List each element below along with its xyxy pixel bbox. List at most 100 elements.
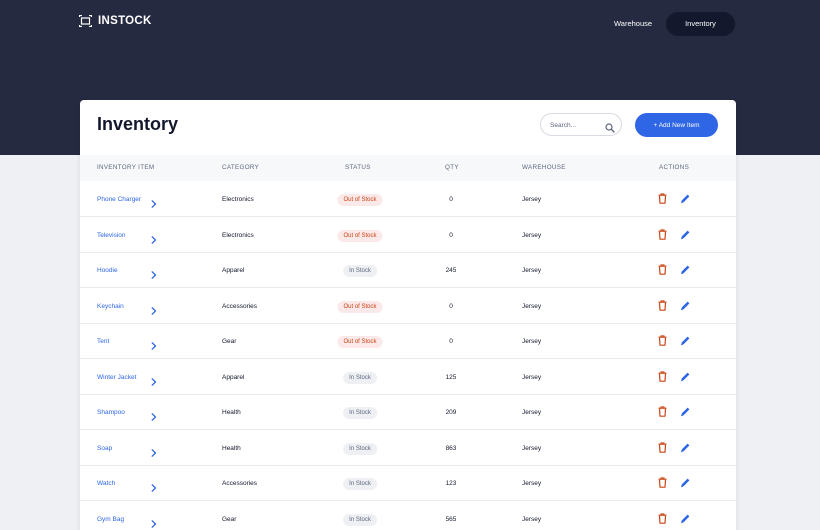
chevron-right-icon[interactable] [151,302,157,320]
inventory-item-link[interactable]: Television [97,218,126,253]
pencil-icon[interactable] [680,371,691,382]
chevron-right-icon[interactable] [151,373,157,391]
qty-cell: 863 [445,444,457,452]
warehouse-cell: Jersey [522,444,542,452]
trash-icon[interactable] [658,370,667,382]
warehouse-cell: Jersey [522,231,542,239]
column-header-item[interactable]: Inventory Item [97,155,154,181]
column-header-warehouse[interactable]: Warehouse [522,155,566,181]
inventory-item-link[interactable]: Tent [97,324,109,359]
category-cell: Gear [222,515,237,523]
warehouse-cell: Jersey [522,302,542,310]
search-icon[interactable] [605,120,615,138]
trash-icon[interactable] [658,441,667,453]
trash-icon[interactable] [658,335,667,346]
qty-cell: 209 [445,409,457,416]
table-row: Watch Accessories In Stock 123 Jersey [80,466,736,501]
table-row: Keychain Accessories Out of Stock 0 Jersey [80,289,736,324]
category-cell: Accessories [222,480,258,487]
column-header-qty[interactable]: Qty [445,155,459,181]
warehouse-cell: Jersey [522,373,542,381]
table-row: Tent Gear Out of Stock 0 Jersey [80,324,736,359]
inventory-item-link[interactable]: Keychain [97,289,124,324]
search-box [540,113,622,136]
chevron-right-icon[interactable] [151,408,157,426]
table-row: Phone Charger Electronics Out of Stock 0 Jer… [80,182,736,217]
pencil-icon[interactable] [680,264,691,275]
category-cell: Electronics [222,231,254,239]
warehouse-cell: Jersey [522,196,542,203]
inventory-item-link[interactable]: Shampoo [97,395,125,430]
brand-logo[interactable]: INSTOCK [79,13,152,29]
chevron-right-icon[interactable] [151,231,157,249]
inventory-card: Inventory + Add New Item Inventory Item … [80,100,736,530]
main-nav: Warehouse Inventory [600,12,735,36]
pencil-icon[interactable] [680,477,691,488]
trash-icon[interactable] [658,264,667,275]
chevron-right-icon[interactable] [151,444,157,462]
pencil-icon[interactable] [680,193,691,204]
category-cell: Accessories [222,302,258,310]
pencil-icon[interactable] [680,300,691,311]
pencil-icon[interactable] [680,406,691,417]
chevron-right-icon[interactable] [151,266,157,284]
qty-cell: 125 [445,373,457,381]
status-badge: In Stock [343,265,377,277]
column-header-category[interactable]: Category [222,155,259,181]
status-badge: Out of Stock [337,229,383,242]
warehouse-cell: Jersey [522,515,542,523]
column-header-status[interactable]: Status [345,155,371,181]
inventory-item-link[interactable]: Soap [97,431,112,466]
page-title: Inventory [97,114,179,134]
inventory-item-link[interactable]: Phone Charger [97,182,141,217]
trash-icon[interactable] [658,477,667,488]
chevron-right-icon[interactable] [151,479,157,497]
status-badge: In Stock [343,513,377,526]
qty-cell: 0 [449,338,453,345]
inventory-item-link[interactable]: Winter Jacket [97,360,136,395]
qty-cell: 0 [449,302,453,310]
trash-icon[interactable] [658,228,667,240]
chevron-right-icon[interactable] [151,195,157,213]
nav-inventory[interactable]: Inventory [666,12,735,36]
trash-icon[interactable] [658,299,667,311]
status-badge: Out of Stock [337,194,383,206]
status-badge: In Stock [343,442,377,455]
qty-cell: 0 [449,231,453,239]
chevron-right-icon[interactable] [151,515,157,530]
warehouse-cell: Jersey [522,409,542,416]
status-badge: In Stock [343,371,377,384]
trash-icon[interactable] [658,193,667,204]
search-input[interactable] [550,119,605,131]
warehouse-logo-icon [79,15,92,27]
status-badge: In Stock [343,407,377,419]
warehouse-cell: Jersey [522,267,542,274]
nav-warehouse[interactable]: Warehouse [600,12,666,36]
pencil-icon[interactable] [680,513,691,524]
category-cell: Health [222,409,241,416]
category-cell: Health [222,444,241,452]
status-badge: Out of Stock [337,300,383,313]
status-badge: Out of Stock [337,336,383,348]
add-new-item-button[interactable]: + Add New Item [635,113,718,137]
qty-cell: 123 [445,480,457,487]
table-row: Hoodie Apparel In Stock 245 Jersey [80,253,736,288]
pencil-icon[interactable] [680,442,691,453]
inventory-item-link[interactable]: Watch [97,466,115,501]
pencil-icon[interactable] [680,229,691,240]
warehouse-cell: Jersey [522,338,542,345]
inventory-item-link[interactable]: Gym Bag [97,502,124,530]
trash-icon[interactable] [658,512,667,524]
pencil-icon[interactable] [680,335,691,346]
table-row: Soap Health In Stock 863 Jersey [80,431,736,466]
brand-name: INSTOCK [98,15,152,27]
table-header: Inventory Item Category Status Qty Wareh… [80,155,736,181]
category-cell: Electronics [222,196,254,203]
qty-cell: 0 [449,196,453,203]
table-row: Winter Jacket Apparel In Stock 125 Jersey [80,360,736,395]
trash-icon[interactable] [658,406,667,417]
qty-cell: 565 [445,515,457,523]
chevron-right-icon[interactable] [151,337,157,355]
table-row: Television Electronics Out of Stock 0 Jersey [80,218,736,253]
inventory-item-link[interactable]: Hoodie [97,253,118,288]
